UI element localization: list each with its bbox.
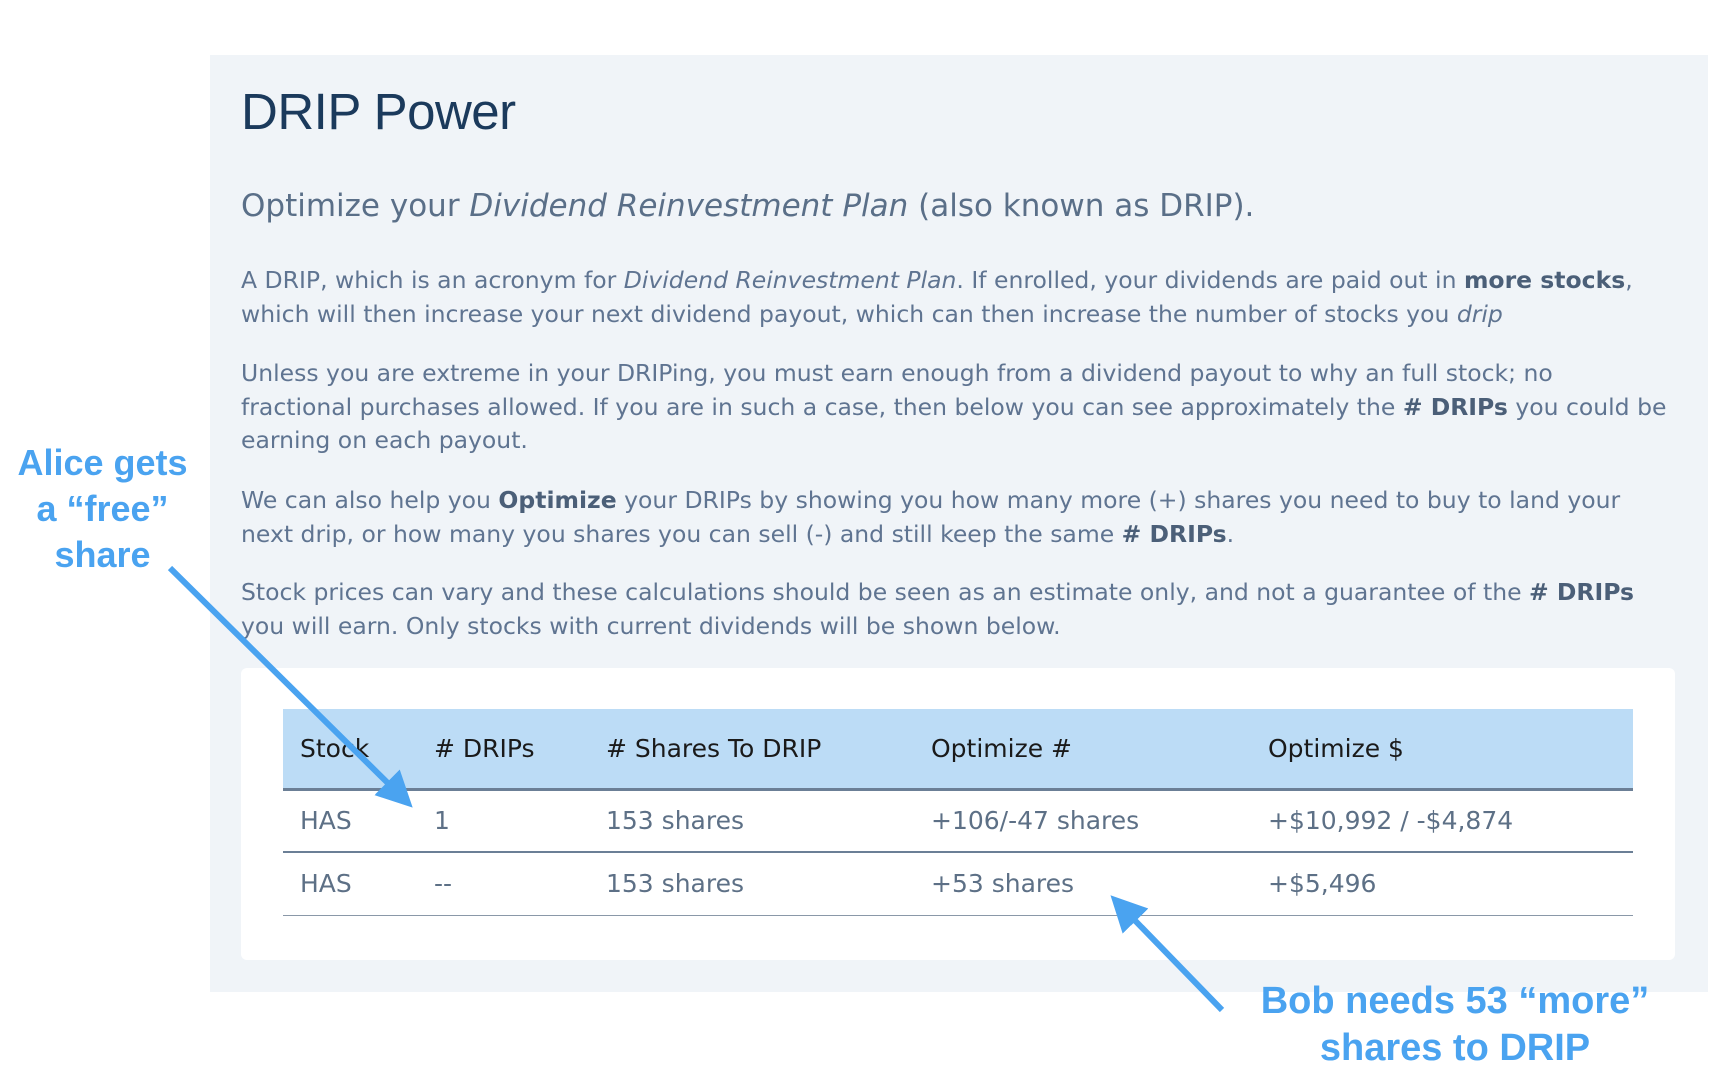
bob-arrow [1110, 895, 1225, 1013]
alice-arrow [167, 565, 413, 808]
annotation-arrows [167, 565, 1225, 1013]
